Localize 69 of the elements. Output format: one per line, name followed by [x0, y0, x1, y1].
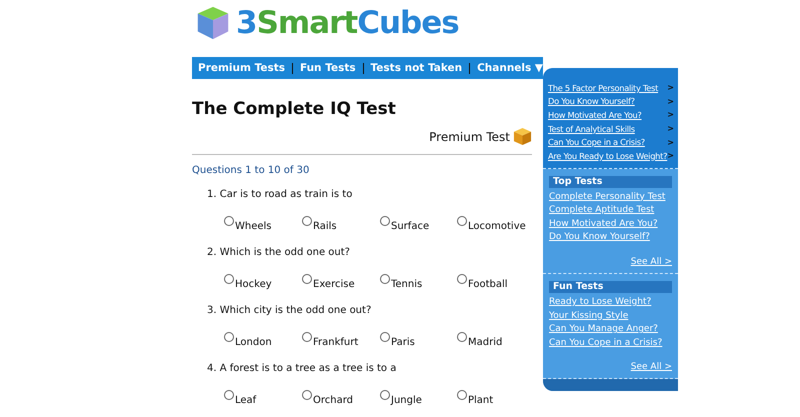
radio-button[interactable] — [302, 390, 312, 400]
option-label: Locomotive — [468, 221, 526, 232]
option-label: Football — [468, 279, 508, 290]
cube-icon — [513, 127, 532, 146]
sidebar-link[interactable]: Complete Personality Test — [549, 190, 672, 204]
sidebar-link[interactable]: Are You Ready to Lose Weight? — [548, 150, 668, 161]
radio-button[interactable] — [380, 390, 390, 400]
option-label: Frankfurt — [313, 337, 358, 348]
arrow-label: > — [667, 138, 674, 147]
option-label: Wheels — [235, 221, 272, 232]
radio-button[interactable] — [380, 216, 390, 226]
option-label: Madrid — [468, 337, 502, 348]
question-text: 1. Car is to road as train is to — [206, 189, 354, 201]
radio-button[interactable] — [457, 274, 467, 284]
radio-button[interactable] — [380, 274, 390, 284]
sidebar-link[interactable]: Do You Know Yourself? — [549, 231, 672, 245]
radio-button[interactable] — [457, 390, 467, 400]
radio-button[interactable] — [457, 332, 467, 342]
question-range: Questions 1 to 10 of 30 — [192, 165, 310, 176]
see-all-link[interactable]: See All > — [630, 362, 672, 372]
page-title: The Complete IQ Test — [192, 99, 397, 119]
arrow-label: > — [667, 151, 674, 160]
radio-button[interactable] — [302, 332, 312, 342]
arrow-label: > — [667, 110, 674, 120]
arrow-label: > — [667, 96, 674, 106]
site-logo[interactable]: 3SmartCubes — [236, 5, 459, 41]
section-heading: Fun Tests — [549, 280, 672, 293]
option-label: Jungle — [391, 395, 422, 406]
sidebar-link[interactable]: Do You Know Yourself? — [548, 96, 635, 106]
sidebar-link[interactable]: Can You Manage Anger? — [549, 323, 672, 337]
radio-button[interactable] — [224, 216, 234, 226]
option-label: Leaf — [235, 395, 256, 406]
option-label: London — [235, 337, 272, 348]
radio-button[interactable] — [224, 332, 234, 342]
option-label: Orchard — [313, 395, 354, 406]
option-label: Plant — [468, 395, 494, 406]
arrow-label: > — [667, 124, 674, 134]
sidebar-link[interactable]: Your Kissing Style — [549, 310, 672, 324]
option-label: Tennis — [391, 279, 422, 290]
option-label: Exercise — [313, 279, 355, 290]
arrow-label: > — [667, 83, 674, 92]
sidebar-link[interactable]: Can You Cope in a Crisis? — [548, 137, 645, 148]
see-all-link[interactable]: See All > — [630, 256, 672, 267]
radio-button[interactable] — [302, 274, 312, 284]
question-text: 3. Which city is the odd one out? — [206, 305, 372, 317]
premium-label: Premium Test — [429, 130, 510, 144]
sidebar-link[interactable]: How Motivated Are You? — [549, 218, 672, 232]
sidebar-link[interactable]: Test of Analytical Skills — [548, 124, 635, 134]
option-label: Rails — [313, 221, 337, 232]
sidebar-link[interactable]: Can You Cope in a Crisis? — [549, 336, 672, 350]
question-text: 4. A forest is to a tree as a tree is to a — [206, 363, 398, 375]
nav-link[interactable]: Channels ▼ — [477, 62, 543, 74]
nav-link[interactable]: Tests not Taken — [370, 62, 462, 74]
radio-button[interactable] — [457, 216, 467, 226]
nav-link[interactable]: Fun Tests — [300, 62, 356, 74]
sidebar-link[interactable]: Complete Aptitude Test — [549, 204, 672, 218]
question-text: 2. Which is the odd one out? — [206, 247, 351, 259]
sidebar-link[interactable]: The 5 Factor Personality Test — [548, 82, 658, 93]
option-label: Paris — [391, 337, 415, 348]
radio-button[interactable] — [224, 390, 234, 400]
option-label: Surface — [391, 221, 430, 232]
sidebar-link[interactable]: Ready to Lose Weight? — [549, 296, 672, 310]
radio-button[interactable] — [302, 216, 312, 226]
sidebar-link[interactable]: How Motivated Are You? — [548, 110, 642, 120]
radio-button[interactable] — [380, 332, 390, 342]
radio-button[interactable] — [224, 274, 234, 284]
section-heading: Top Tests — [549, 176, 672, 188]
nav-link[interactable]: Premium Tests — [198, 62, 286, 74]
option-label: Hockey — [235, 279, 272, 290]
